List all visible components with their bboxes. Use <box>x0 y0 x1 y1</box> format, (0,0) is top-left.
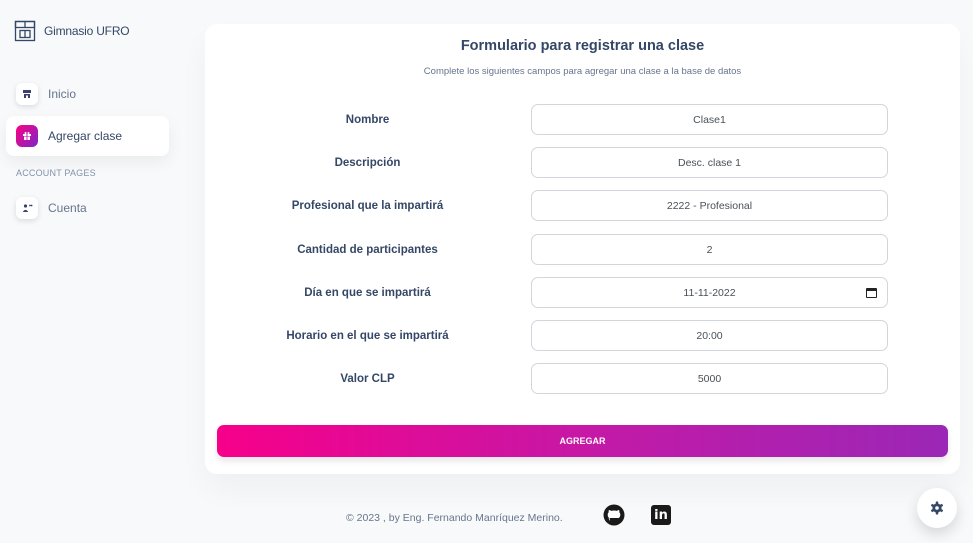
field-label: Nombre <box>345 113 390 126</box>
form-card: Formulario para registrar una clase Comp… <box>205 24 960 474</box>
gear-icon <box>930 501 944 515</box>
field-label: Cantidad de participantes <box>297 243 438 256</box>
descripcion-input[interactable]: Desc. clase 1 <box>531 147 888 178</box>
gift-box-icon <box>16 125 38 147</box>
field-row-valor: Valor CLP 5000 <box>205 363 960 394</box>
horario-input[interactable]: 20:00 <box>531 320 888 351</box>
field-row-nombre: Nombre Clase1 <box>205 104 960 135</box>
field-label: Día en que se impartirá <box>304 286 431 299</box>
sidebar-item-cuenta[interactable]: Cuenta <box>6 188 169 228</box>
field-row-profesional: Profesional que la impartirá 2222 - Prof… <box>205 190 960 221</box>
field-label: Valor CLP <box>340 372 395 385</box>
field-label: Descripción <box>334 156 401 169</box>
building-icon <box>14 20 36 42</box>
github-icon[interactable] <box>603 504 625 526</box>
date-value: 11-11-2022 <box>683 286 736 299</box>
field-row-horario: Horario en el que se impartirá 20:00 <box>205 320 960 351</box>
field-label: Profesional que la impartirá <box>291 199 444 212</box>
nombre-input[interactable]: Clase1 <box>531 104 888 135</box>
brand-name: Gimnasio UFRO <box>44 24 130 38</box>
valor-input[interactable]: 5000 <box>531 363 888 394</box>
participantes-input[interactable]: 2 <box>531 234 888 265</box>
calendar-icon[interactable] <box>866 288 877 298</box>
user-icon <box>16 197 38 219</box>
profesional-select[interactable]: 2222 - Profesional <box>531 190 888 221</box>
store-icon <box>16 83 38 105</box>
field-row-descripcion: Descripción Desc. clase 1 <box>205 147 960 178</box>
date-input[interactable]: 11-11-2022 <box>531 277 888 308</box>
section-label: ACCOUNT PAGES <box>16 168 96 178</box>
sidebar-item-label: Agregar clase <box>48 129 123 143</box>
footer-copyright: © 2023 , by Eng. Fernando Manríquez Meri… <box>346 512 563 524</box>
agregar-button[interactable]: AGREGAR <box>217 425 948 457</box>
sidebar-item-label: Inicio <box>48 87 77 101</box>
form-title: Formulario para registrar una clase <box>460 38 705 54</box>
form-subtitle: Complete los siguientes campos para agre… <box>423 66 742 77</box>
field-label: Horario en el que se impartirá <box>286 329 449 342</box>
settings-button[interactable] <box>917 488 957 528</box>
field-row-participantes: Cantidad de participantes 2 <box>205 234 960 265</box>
linkedin-icon[interactable]: in <box>651 505 671 525</box>
sidebar-item-inicio[interactable]: Inicio <box>6 74 169 114</box>
field-row-dia: Día en que se impartirá 11-11-2022 <box>205 277 960 308</box>
sidebar-item-label: Cuenta <box>48 201 87 215</box>
sidebar-item-agregar-clase[interactable]: Agregar clase <box>6 116 169 156</box>
brand[interactable]: Gimnasio UFRO <box>14 20 130 42</box>
